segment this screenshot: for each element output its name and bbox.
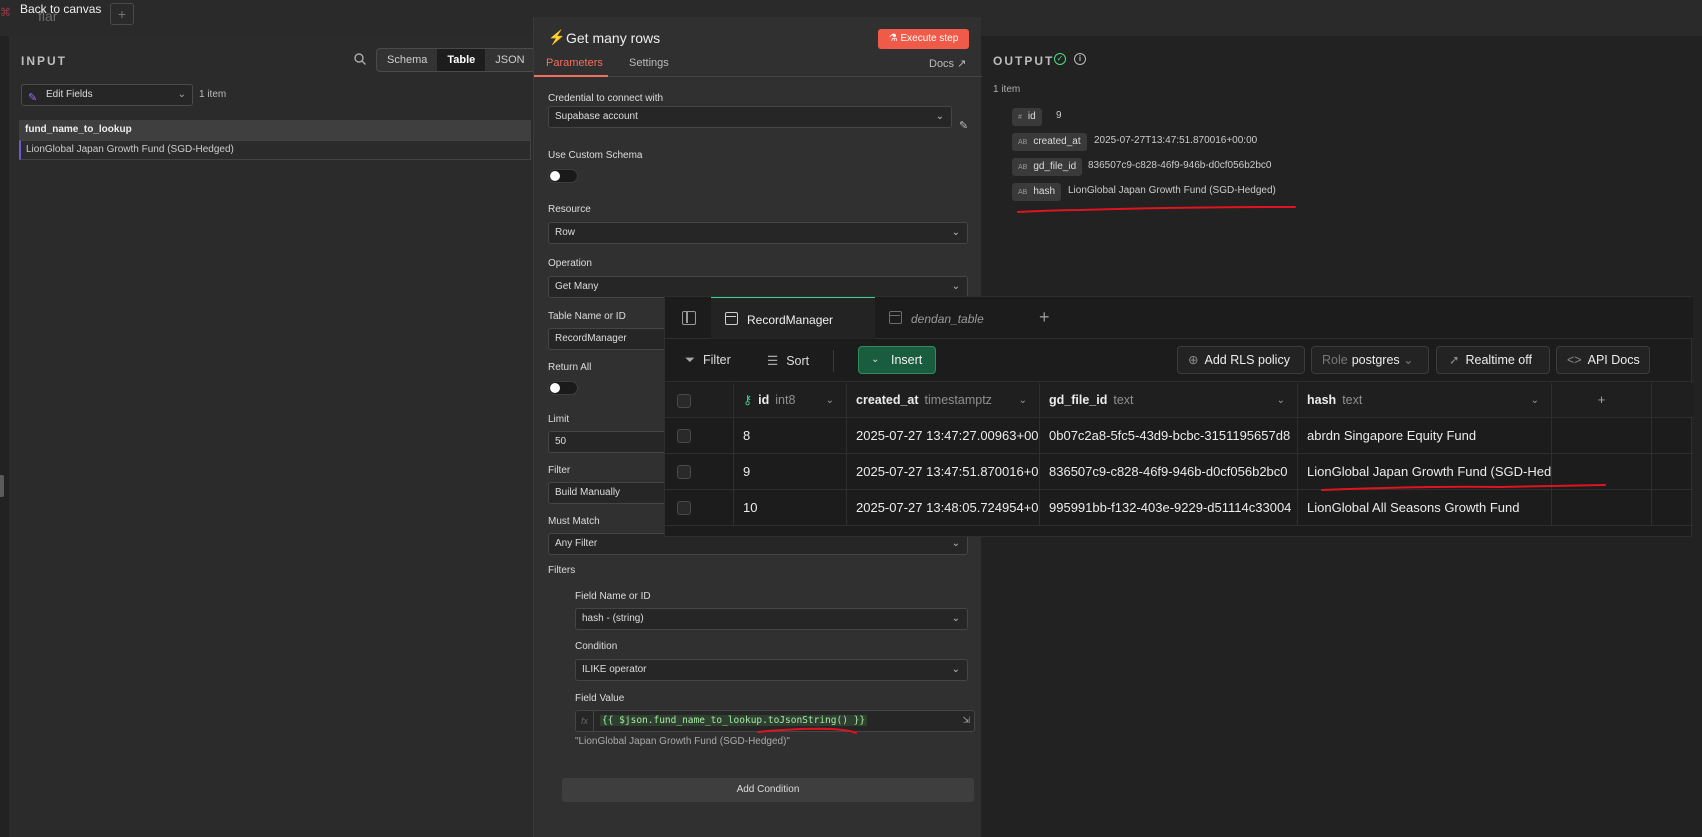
- annotation-overlay: [757, 206, 1606, 734]
- annotation-underline-output-hash: [1017, 206, 1296, 213]
- annotation-underline-table-hash: [1321, 484, 1606, 491]
- annotation-underline-expression: [757, 727, 857, 734]
